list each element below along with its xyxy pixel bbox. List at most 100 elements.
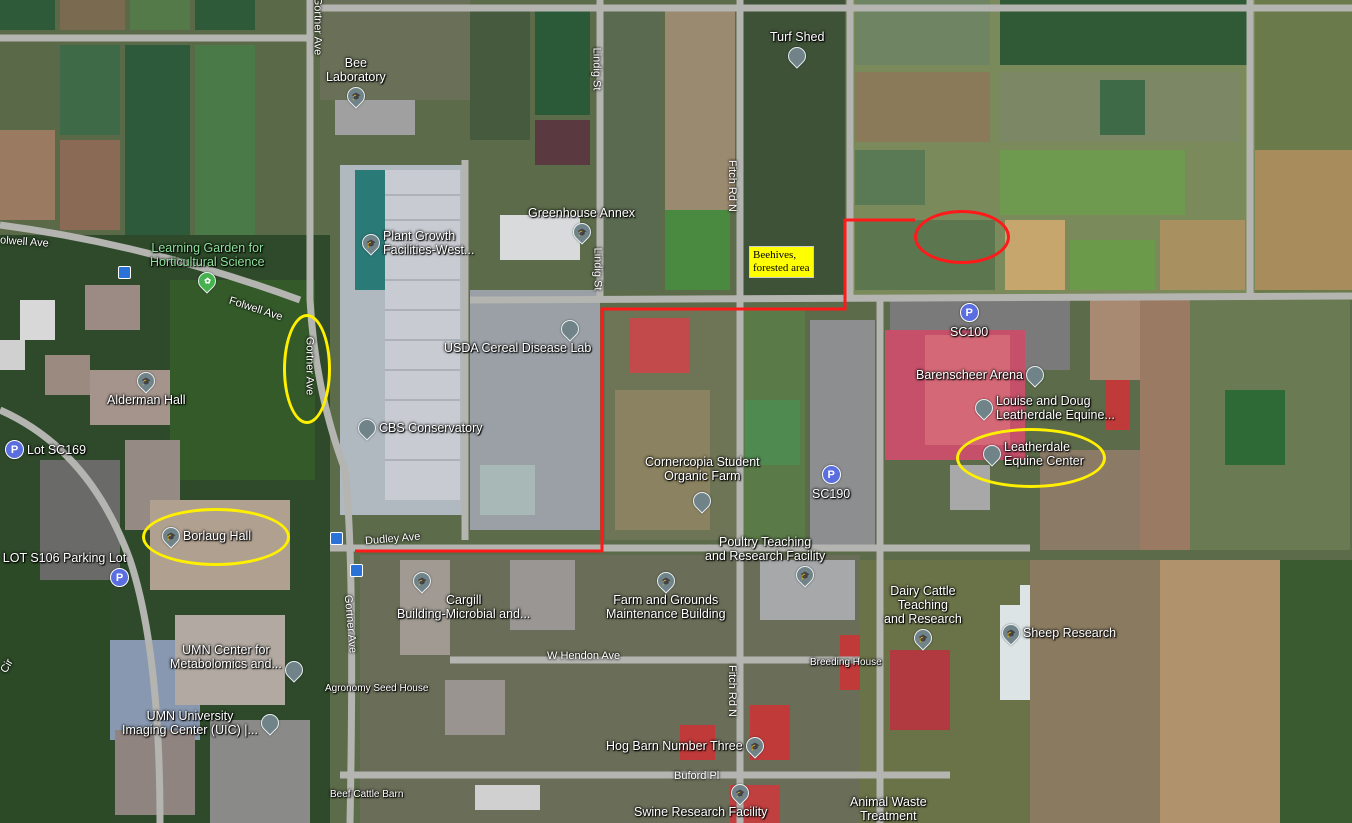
lot-s106-label: LOT S106 Parking Lot bbox=[2, 551, 127, 565]
poi-beef-cattle[interactable]: Beef Cattle Barn bbox=[330, 789, 403, 800]
map-pin-icon bbox=[971, 395, 997, 421]
turf-shed-label: Turf Shed bbox=[770, 30, 825, 44]
school-pin-icon: 🎓 bbox=[741, 733, 768, 759]
parking-lot-sc169[interactable]: P Lot SC169 bbox=[5, 440, 86, 459]
leatherdale-doug-label: Louise and Doug Leatherdale Equine... bbox=[996, 394, 1115, 422]
poi-leatherdale-doug[interactable]: Louise and Doug Leatherdale Equine... bbox=[971, 394, 1115, 422]
map-base-layer bbox=[0, 0, 1352, 823]
beef-cattle-label: Beef Cattle Barn bbox=[330, 789, 404, 800]
map-pin-icon bbox=[1022, 362, 1048, 388]
poi-barenscheer-arena[interactable]: Barenscheer Arena bbox=[916, 362, 1048, 388]
umn-metabolomics-label: UMN Center for Metabolomics and... bbox=[170, 643, 282, 671]
beehives-note-text: Beehives, forested area bbox=[753, 249, 810, 274]
map-pin-icon bbox=[557, 316, 584, 342]
poi-bee-laboratory[interactable]: Bee Laboratory 🎓 bbox=[326, 56, 386, 109]
road-lindig-st-mid[interactable]: Lindig St bbox=[591, 248, 603, 291]
poi-alderman-hall[interactable]: 🎓 Alderman Hall bbox=[107, 368, 186, 407]
borlaug-hall-label: Borlaug Hall bbox=[183, 529, 252, 543]
map-pin-icon bbox=[979, 441, 1005, 467]
road-fitch-rd-top[interactable]: Fitch Rd N bbox=[726, 160, 738, 212]
map-pin-icon bbox=[689, 488, 716, 514]
poi-breeding-house[interactable]: Breeding House bbox=[810, 657, 882, 668]
highlight-beehives bbox=[914, 210, 1010, 264]
animal-waste-label: Animal Waste Treatment bbox=[850, 795, 927, 823]
barenscheer-label: Barenscheer Arena bbox=[916, 368, 1024, 382]
poi-plant-growth[interactable]: 🎓 Plant Growth Facilities-West... bbox=[358, 229, 475, 257]
poi-borlaug-hall[interactable]: 🎓 Borlaug Hall bbox=[158, 523, 252, 549]
garden-pin-icon: ✿ bbox=[194, 268, 221, 294]
map-pin-icon bbox=[257, 710, 283, 736]
school-pin-icon: 🎓 bbox=[726, 780, 753, 806]
parking-icon: P bbox=[110, 568, 129, 587]
learning-garden-label: Learning Garden for Horticultural Scienc… bbox=[150, 241, 265, 269]
road-fitch-rd-bottom[interactable]: Fitch Rd N bbox=[726, 665, 738, 717]
school-pin-icon: 🎓 bbox=[133, 368, 159, 394]
leatherdale-center-label: Leatherdale Equine Center bbox=[1004, 440, 1084, 468]
poi-animal-waste[interactable]: Animal Waste Treatment bbox=[850, 795, 927, 823]
map-pin-icon bbox=[784, 43, 810, 69]
poi-turf-shed[interactable]: Turf Shed bbox=[770, 30, 825, 69]
poi-greenhouse-annex[interactable]: Greenhouse Annex 🎓 bbox=[528, 206, 636, 245]
poi-lot-s106[interactable]: LOT S106 Parking Lot P bbox=[0, 551, 129, 587]
sc100-label: SC100 bbox=[950, 325, 989, 339]
sc190-label: SC190 bbox=[812, 487, 851, 501]
school-pin-icon: 🎓 bbox=[409, 568, 435, 594]
transit-stop-icon[interactable] bbox=[118, 266, 131, 279]
parking-icon: P bbox=[959, 303, 979, 322]
poi-umn-imaging[interactable]: UMN University Imaging Center (UIC) |... bbox=[122, 709, 283, 737]
road-gortner-ave-top[interactable]: Gortner Ave bbox=[311, 0, 323, 55]
school-pin-icon: 🎓 bbox=[568, 219, 595, 245]
school-pin-icon: 🎓 bbox=[653, 568, 679, 594]
greenhouse-annex-label: Greenhouse Annex bbox=[528, 206, 636, 220]
farm-grounds-label: Farm and Grounds Maintenance Building bbox=[606, 593, 726, 621]
parking-icon: P bbox=[821, 465, 841, 484]
poi-sheep-research[interactable]: 🎓 Sheep Research bbox=[998, 620, 1117, 646]
umn-imaging-label: UMN University Imaging Center (UIC) |... bbox=[122, 709, 258, 737]
school-pin-icon: 🎓 bbox=[998, 620, 1024, 646]
poultry-label: Poultry Teaching and Research Facility bbox=[705, 535, 826, 563]
poi-cbs-conservatory[interactable]: CBS Conservatory bbox=[354, 415, 483, 441]
parking-sc190[interactable]: P SC190 bbox=[812, 465, 850, 501]
bee-lab-label: Bee Laboratory bbox=[326, 56, 386, 84]
breeding-house-label: Breeding House bbox=[810, 657, 882, 668]
road-gortner-ave-mid[interactable]: Gortner Ave bbox=[303, 337, 315, 396]
poi-umn-metabolomics[interactable]: UMN Center for Metabolomics and... bbox=[170, 635, 307, 683]
transit-stop-icon[interactable] bbox=[350, 564, 363, 577]
poi-usda-lab[interactable]: USDA Cereal Disease Lab bbox=[444, 316, 592, 355]
satellite-map[interactable]: Beehives, forested area olwell Ave Folwe… bbox=[0, 0, 1352, 823]
poi-agronomy-seed[interactable]: Agronomy Seed House bbox=[325, 683, 428, 694]
usda-lab-label: USDA Cereal Disease Lab bbox=[444, 341, 592, 355]
cornercopia-label: Cornercopia Student Organic Farm bbox=[645, 455, 760, 483]
school-pin-icon: 🎓 bbox=[158, 523, 184, 549]
poi-farm-grounds[interactable]: 🎓 Farm and Grounds Maintenance Building bbox=[606, 568, 726, 621]
school-pin-icon: 🎓 bbox=[910, 625, 936, 651]
poi-cargill[interactable]: 🎓 Cargill Building-Microbial and... bbox=[397, 568, 531, 621]
poi-dairy-cattle[interactable]: Dairy Cattle Teaching and Research 🎓 bbox=[884, 584, 962, 651]
alderman-hall-label: Alderman Hall bbox=[107, 393, 186, 407]
poi-cornercopia[interactable]: Cornercopia Student Organic Farm bbox=[645, 455, 760, 514]
road-w-hendon-ave[interactable]: W Hendon Ave bbox=[547, 650, 620, 662]
parking-icon: P bbox=[5, 440, 24, 459]
cargill-label: Cargill Building-Microbial and... bbox=[397, 593, 531, 621]
beehives-note: Beehives, forested area bbox=[749, 246, 814, 278]
poi-leatherdale-center[interactable]: Leatherdale Equine Center bbox=[979, 440, 1084, 468]
poi-hog-barn[interactable]: Hog Barn Number Three 🎓 bbox=[606, 733, 768, 759]
swine-label: Swine Research Facility bbox=[634, 805, 768, 819]
transit-stop-icon[interactable] bbox=[330, 532, 343, 545]
cbs-conservatory-label: CBS Conservatory bbox=[379, 421, 483, 435]
school-pin-icon: 🎓 bbox=[358, 230, 384, 256]
hog-barn-label: Hog Barn Number Three bbox=[606, 739, 743, 753]
parking-sc100[interactable]: P SC100 bbox=[950, 303, 988, 339]
road-lindig-st-top[interactable]: Lindig St bbox=[590, 48, 602, 91]
school-pin-icon: 🎓 bbox=[343, 83, 369, 109]
map-pin-icon bbox=[281, 657, 307, 683]
school-pin-icon: 🎓 bbox=[792, 562, 818, 588]
lot-sc169-label: Lot SC169 bbox=[27, 442, 87, 457]
map-pin-icon bbox=[354, 415, 380, 441]
agronomy-seed-label: Agronomy Seed House bbox=[325, 683, 429, 694]
poi-swine-research[interactable]: 🎓 Swine Research Facility bbox=[634, 780, 768, 819]
poi-learning-garden[interactable]: Learning Garden for Horticultural Scienc… bbox=[150, 241, 265, 294]
road-buford-pl[interactable]: Buford Pl bbox=[674, 770, 719, 782]
plant-growth-label: Plant Growth Facilities-West... bbox=[383, 229, 475, 257]
sheep-research-label: Sheep Research bbox=[1023, 626, 1117, 640]
